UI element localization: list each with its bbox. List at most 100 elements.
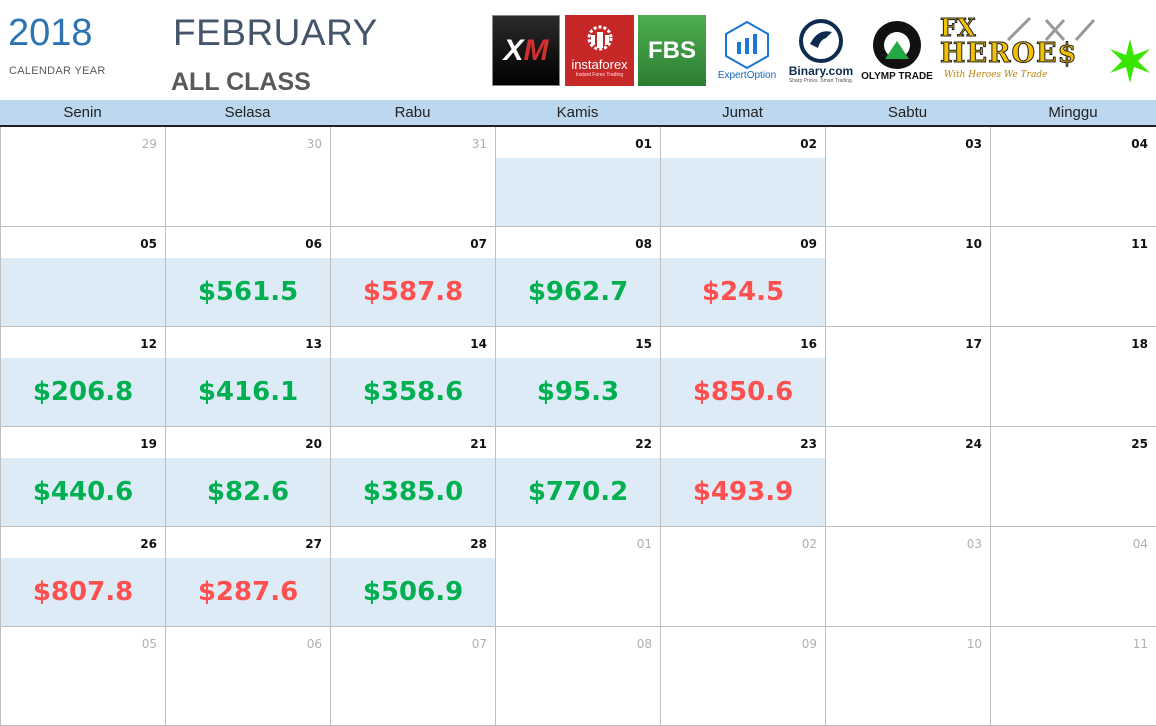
profit-amount: $770.2 <box>527 477 629 507</box>
calendar-day-cell[interactable]: 03 <box>826 527 991 627</box>
calendar-day-cell[interactable]: 06 <box>166 627 331 726</box>
profit-amount: $82.6 <box>206 477 290 507</box>
weekday-label: Sabtu <box>887 104 928 121</box>
weekday-label: Rabu <box>394 104 431 121</box>
calendar-day-cell[interactable]: $807.8 26 <box>1 527 166 627</box>
day-number: 11 <box>1132 637 1148 651</box>
day-number: 22 <box>635 437 652 451</box>
trading-day-shade: $962.7 <box>496 258 660 326</box>
day-number: 20 <box>305 437 322 451</box>
calendar-day-cell[interactable]: 11 <box>991 627 1156 726</box>
calendar-day-cell[interactable]: 05 <box>1 627 166 726</box>
calendar-day-cell[interactable]: $850.6 16 <box>661 327 826 427</box>
calendar-day-cell[interactable]: $587.8 07 <box>331 227 496 327</box>
calendar-day-cell[interactable]: $358.6 14 <box>331 327 496 427</box>
fx-heroes-logo-top: FX <box>940 15 977 42</box>
binary-logo-subtitle: Sharp Prices. Smart Trading. <box>788 77 854 84</box>
day-number: 10 <box>966 637 982 651</box>
calendar-day-cell[interactable]: 05 <box>1 227 166 327</box>
expertoption-logo: ExpertOption <box>714 15 780 86</box>
calendar-day-cell[interactable]: 11 <box>991 227 1156 327</box>
trading-day-shade: $358.6 <box>331 358 495 426</box>
calendar-day-cell[interactable]: 02 <box>661 527 826 627</box>
calendar-day-cell[interactable]: 10 <box>826 627 991 726</box>
olymp-trade-logo: OLYMP TRADE <box>858 15 936 86</box>
instaforex-logo-text: instaforex <box>571 57 628 72</box>
year-caption: CALENDAR YEAR <box>9 65 106 77</box>
trading-day-shade: $440.6 <box>1 458 165 526</box>
calendar-day-cell[interactable]: 04 <box>991 527 1156 627</box>
trading-day-shade: $385.0 <box>331 458 495 526</box>
day-number: 30 <box>306 137 322 151</box>
trading-day-shade: $416.1 <box>166 358 330 426</box>
day-number: 26 <box>140 537 157 551</box>
class-label: ALL CLASS <box>171 68 311 96</box>
day-number: 07 <box>470 237 487 251</box>
day-number: 08 <box>635 237 652 251</box>
calendar-day-cell[interactable]: $506.9 28 <box>331 527 496 627</box>
trading-day-shade: $807.8 <box>1 558 165 626</box>
profit-amount: $385.0 <box>362 477 464 507</box>
calendar-day-cell[interactable]: $385.0 21 <box>331 427 496 527</box>
calendar-day-cell[interactable]: $962.7 08 <box>496 227 661 327</box>
day-number: 02 <box>800 137 817 151</box>
xm-logo-text-a: X <box>503 33 524 67</box>
calendar-day-cell[interactable]: 04 <box>991 127 1156 227</box>
calendar-day-cell[interactable]: $24.5 09 <box>661 227 826 327</box>
calendar-day-cell[interactable]: $95.3 15 <box>496 327 661 427</box>
day-number: 14 <box>470 337 487 351</box>
calendar-day-cell[interactable]: 08 <box>496 627 661 726</box>
calendar-day-cell[interactable]: 10 <box>826 227 991 327</box>
calendar-day-cell[interactable]: $440.6 19 <box>1 427 166 527</box>
calendar-day-cell[interactable]: 07 <box>331 627 496 726</box>
xm-logo-text-b: M <box>523 33 549 67</box>
calendar-day-cell[interactable]: $82.6 20 <box>166 427 331 527</box>
calendar-day-cell[interactable]: 30 <box>166 127 331 227</box>
fx-heroes-tagline: With Heroes We Trade <box>944 70 1048 80</box>
calendar-day-cell[interactable]: $416.1 13 <box>166 327 331 427</box>
trading-day-shade: $587.8 <box>331 258 495 326</box>
day-number: 02 <box>801 537 817 551</box>
trading-day-shade <box>1 258 165 326</box>
day-number: 07 <box>471 637 487 651</box>
day-number: 03 <box>966 537 982 551</box>
trading-day-shade: $493.9 <box>661 458 825 526</box>
calendar-day-cell[interactable]: $561.5 06 <box>166 227 331 327</box>
day-number: 16 <box>800 337 817 351</box>
calendar-day-cell[interactable]: 03 <box>826 127 991 227</box>
day-number: 06 <box>306 637 322 651</box>
profit-amount: $962.7 <box>527 277 629 307</box>
calendar-grid: 29 30 31 01 02 03 04 05 $561.5 06 $587.8 07 $962.7 08… <box>0 127 1156 726</box>
fbs-logo-text: FBS <box>648 36 696 64</box>
calendar-day-cell[interactable]: 31 <box>331 127 496 227</box>
trading-day-shade: $206.8 <box>1 358 165 426</box>
calendar-day-cell[interactable]: 01 <box>496 127 661 227</box>
calendar-day-cell[interactable]: $493.9 23 <box>661 427 826 527</box>
calendar-day-cell[interactable]: 24 <box>826 427 991 527</box>
calendar-day-cell[interactable]: $770.2 22 <box>496 427 661 527</box>
day-number: 31 <box>471 137 487 151</box>
calendar-day-cell[interactable]: $287.6 27 <box>166 527 331 627</box>
expertoption-logo-text: ExpertOption <box>717 70 777 81</box>
weekday-label: Kamis <box>556 104 599 121</box>
calendar-day-cell[interactable]: $206.8 12 <box>1 327 166 427</box>
profit-amount: $358.6 <box>362 377 464 407</box>
trading-day-shade: $506.9 <box>331 558 495 626</box>
calendar-day-cell[interactable]: 02 <box>661 127 826 227</box>
calendar-day-cell[interactable]: 09 <box>661 627 826 726</box>
calendar-day-cell[interactable]: 01 <box>496 527 661 627</box>
trading-day-shade: $24.5 <box>661 258 825 326</box>
calendar-day-cell[interactable]: 17 <box>826 327 991 427</box>
day-number: 23 <box>800 437 817 451</box>
weekday-label: Senin <box>63 104 102 121</box>
calendar-day-cell[interactable]: 25 <box>991 427 1156 527</box>
day-number: 11 <box>1131 237 1148 251</box>
expertoption-hexagon-icon <box>725 20 769 70</box>
calendar-day-cell[interactable]: 29 <box>1 127 166 227</box>
xm-logo: XM <box>492 15 560 86</box>
calendar-day-cell[interactable]: 18 <box>991 327 1156 427</box>
day-number: 13 <box>305 337 322 351</box>
fbs-logo: FBS <box>638 15 706 86</box>
day-number: 10 <box>965 237 982 251</box>
profit-amount: $506.9 <box>362 577 464 607</box>
